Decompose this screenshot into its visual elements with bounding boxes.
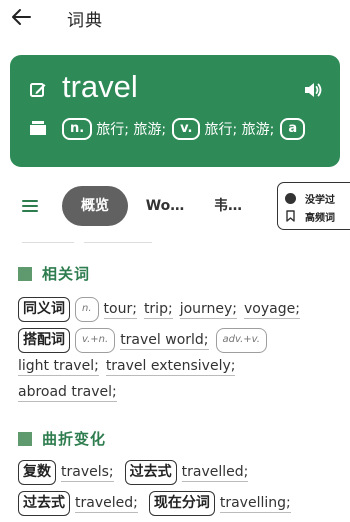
menu-button[interactable] — [20, 197, 40, 215]
bookmark-icon — [286, 210, 295, 222]
section-title: 相关词 — [42, 265, 91, 283]
word-status-legend[interactable]: 没学过 高频词 — [277, 182, 350, 230]
collocation-word[interactable]: abroad travel; — [18, 384, 117, 402]
synonym-word[interactable]: journey; — [179, 301, 238, 319]
tab-webster[interactable]: 韦… — [208, 186, 248, 226]
divider — [84, 242, 152, 243]
past-tense-label: 过去式 — [124, 460, 177, 485]
pos-list: n. 旅行; 旅游; v. 旅行; 旅游; a — [62, 117, 309, 141]
book-icon — [30, 121, 46, 135]
legend-learned-label: 没学过 — [305, 194, 335, 206]
edit-button[interactable] — [29, 81, 47, 99]
legend-frequent-label: 高频词 — [305, 212, 335, 224]
collocation-label: 搭配词 — [18, 328, 70, 353]
divider — [22, 242, 74, 243]
synonym-word[interactable]: trip; — [143, 301, 173, 319]
collocations-row: abroad travel; — [18, 384, 124, 402]
pos-badge: v.+n. — [75, 328, 116, 353]
collocations-row: 搭配词 v.+n. travel world; adv.+v. — [18, 328, 272, 353]
synonyms-row: 同义词 n. tour; trip; journey; voyage; — [18, 297, 307, 322]
collocations-row: light travel; travel extensively; — [18, 358, 242, 376]
inflection-row: 复数 travels; 过去式 travelled; — [18, 460, 255, 485]
synonym-word[interactable]: tour; — [103, 301, 137, 319]
synonym-word[interactable]: voyage; — [244, 301, 300, 319]
pos-definition: 旅行; 旅游; — [204, 122, 275, 138]
present-participle-label: 现在分词 — [148, 491, 215, 516]
inflection-word[interactable]: travels; — [61, 464, 114, 482]
dot-icon — [285, 192, 296, 204]
section-marker — [18, 431, 32, 446]
collocation-word[interactable]: travel world; — [120, 332, 209, 350]
synonym-label: 同义词 — [18, 297, 70, 322]
legend-learned: 没学过 — [285, 190, 335, 206]
legend-frequent: 高频词 — [285, 208, 335, 224]
section-title: 曲折变化 — [42, 430, 107, 448]
pos-badge: v. — [172, 118, 201, 140]
menu-icon — [22, 200, 38, 212]
inflection-word[interactable]: travelled; — [181, 464, 249, 482]
back-button[interactable] — [8, 4, 34, 30]
past-tense-label: 过去式 — [18, 491, 70, 516]
pos-definition: 旅行; 旅游; — [96, 122, 167, 138]
tab-wordnet[interactable]: Wo… — [140, 186, 190, 226]
tab-overview[interactable]: 概览 — [62, 186, 128, 226]
plural-label: 复数 — [18, 460, 56, 485]
pos-badge: n. — [62, 118, 93, 140]
collocation-word[interactable]: light travel; — [18, 358, 99, 376]
arrow-left-icon — [12, 9, 31, 25]
pronounce-button[interactable] — [303, 81, 323, 99]
pos-definitions: n. 旅行; 旅游; v. 旅行; 旅游; a — [29, 117, 340, 141]
related-words-header: 相关词 — [18, 263, 90, 284]
tab-bar: 概览 Wo… 韦… 没学过 高频词 — [0, 182, 350, 230]
speaker-icon — [305, 83, 322, 97]
pos-badge: adv.+v. — [215, 328, 267, 353]
word-headword: travel — [62, 69, 138, 104]
collocation-word[interactable]: travel extensively; — [105, 358, 236, 376]
inflection-word[interactable]: travelling; — [219, 495, 291, 513]
word-card: travel n. 旅行; 旅游; v. 旅行; 旅游; a — [10, 55, 340, 167]
inflection-header: 曲折变化 — [18, 428, 106, 449]
inflection-word[interactable]: traveled; — [75, 495, 138, 513]
page-title: 词典 — [67, 11, 103, 31]
pos-badge: n. — [75, 297, 99, 322]
inflection-row: 过去式 traveled; 现在分词 travelling; — [18, 491, 298, 516]
section-marker — [18, 266, 32, 281]
app-bar: 词典 — [0, 0, 350, 36]
pos-badge: a — [280, 118, 306, 140]
edit-icon — [30, 83, 46, 97]
